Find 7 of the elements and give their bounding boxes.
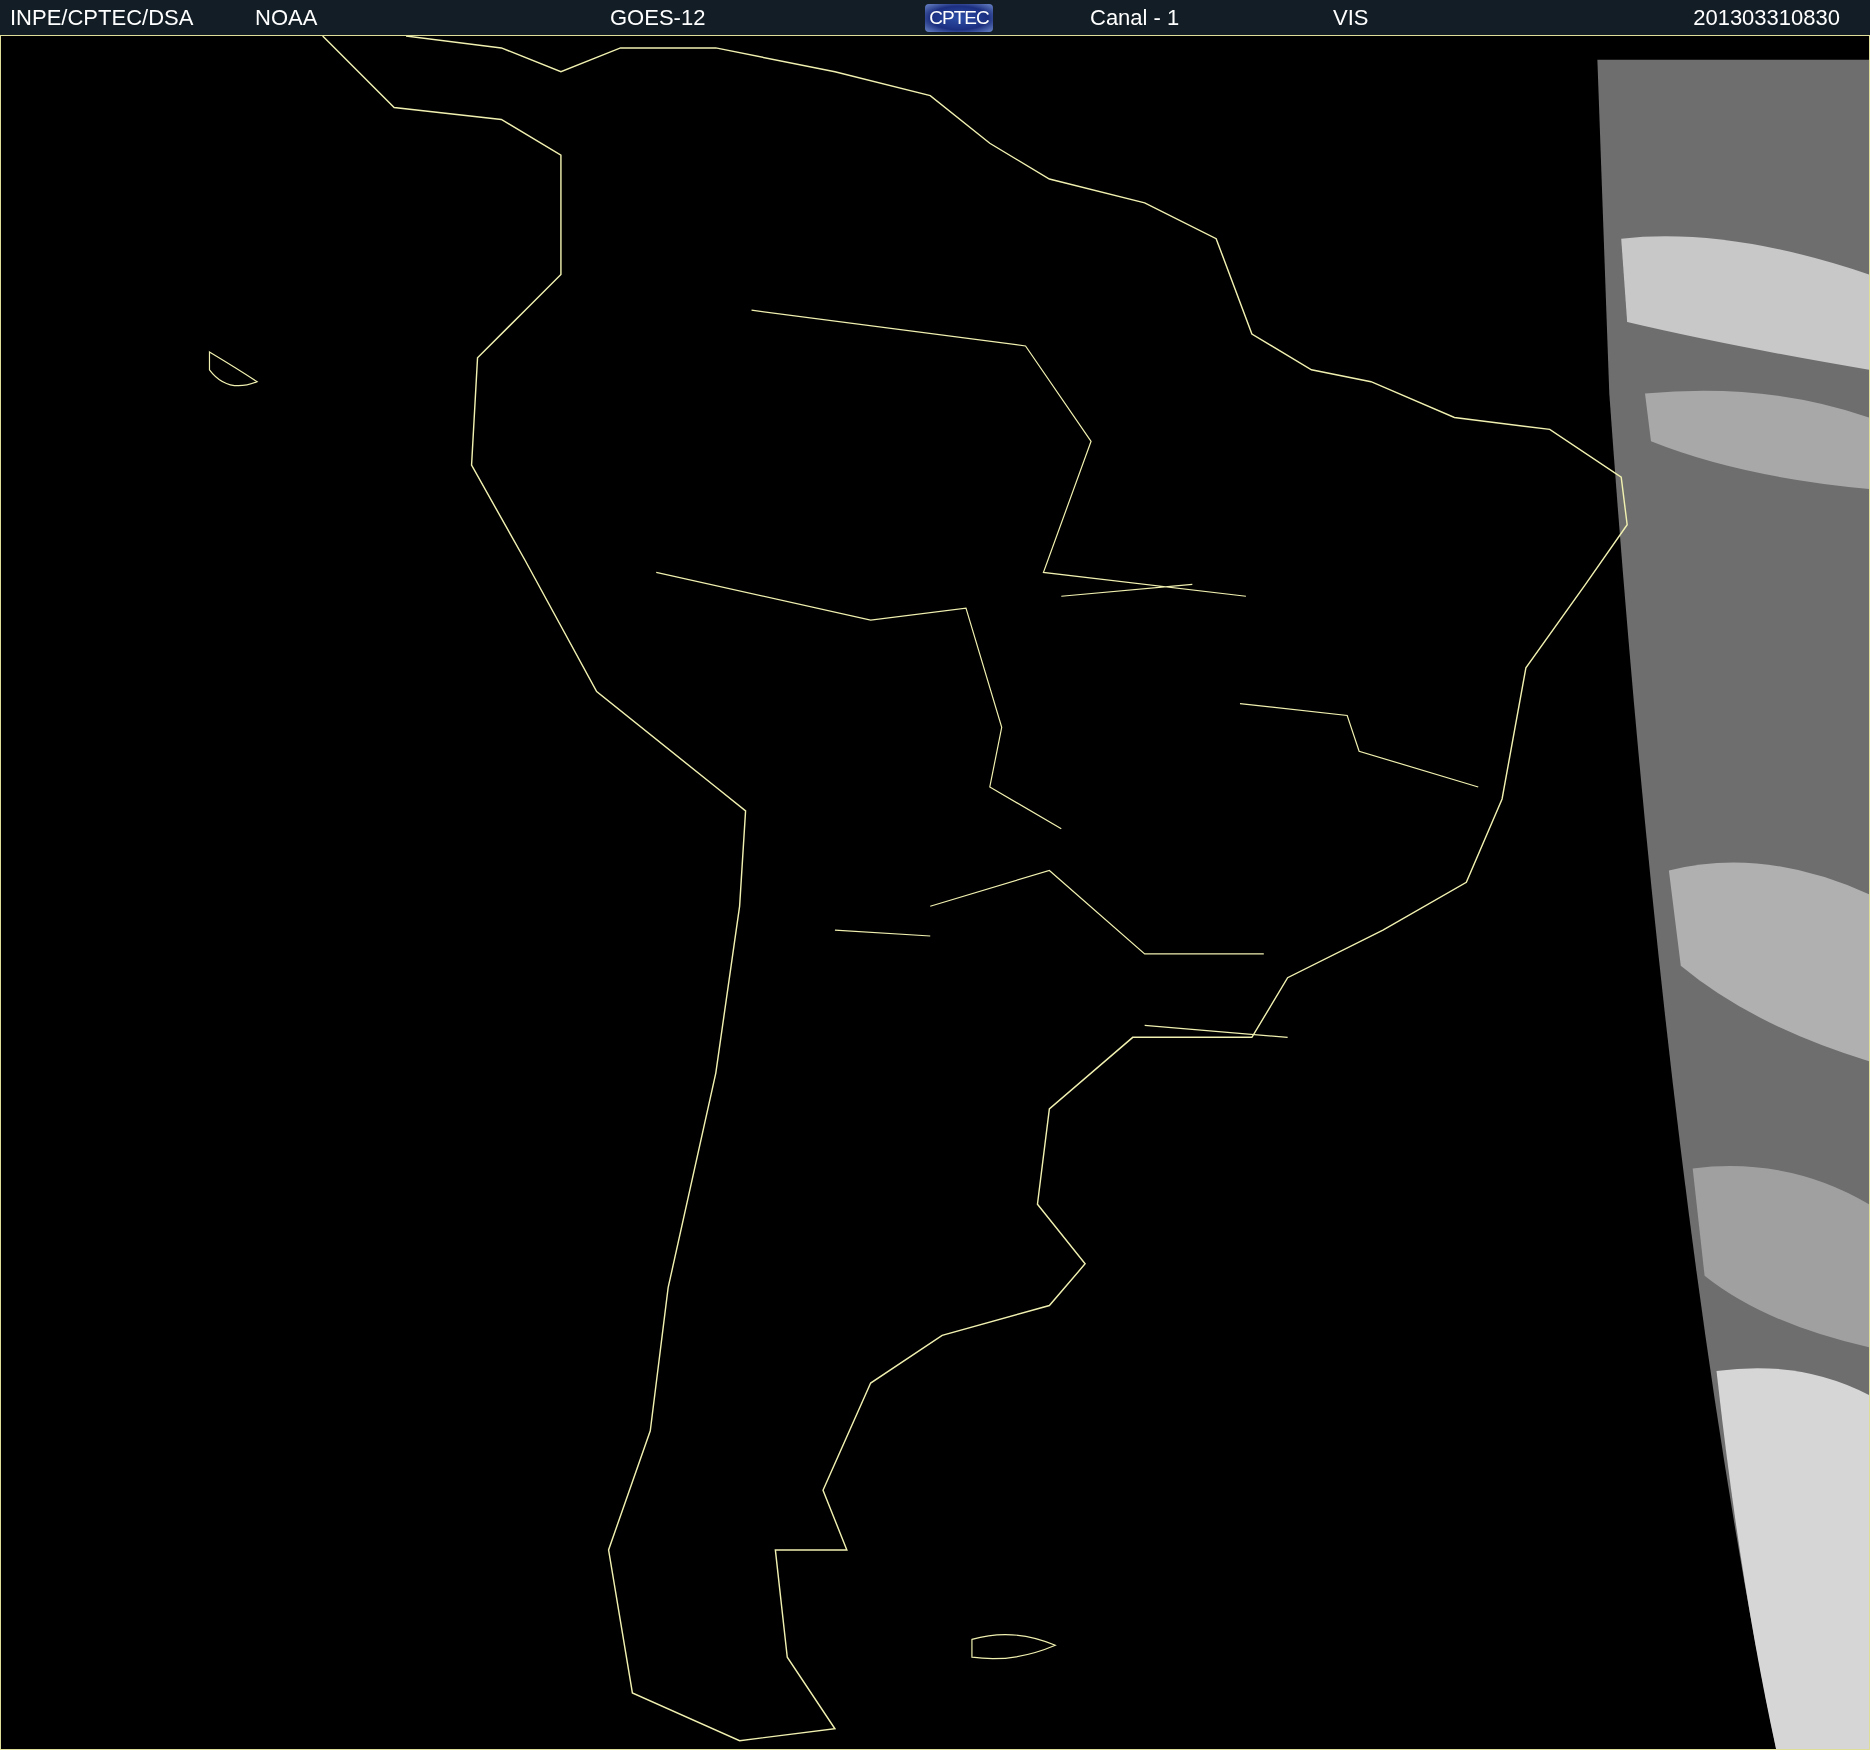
header-text: NOAA	[255, 4, 318, 31]
header-text: Canal - 1	[1090, 4, 1180, 31]
header-text: GOES-12	[610, 4, 706, 31]
header-text: 201303310830	[1693, 4, 1840, 31]
header-text: INPE/CPTEC/DSA	[10, 4, 194, 31]
logo: CPTEC	[925, 3, 993, 32]
header-text: VIS	[1333, 4, 1369, 31]
